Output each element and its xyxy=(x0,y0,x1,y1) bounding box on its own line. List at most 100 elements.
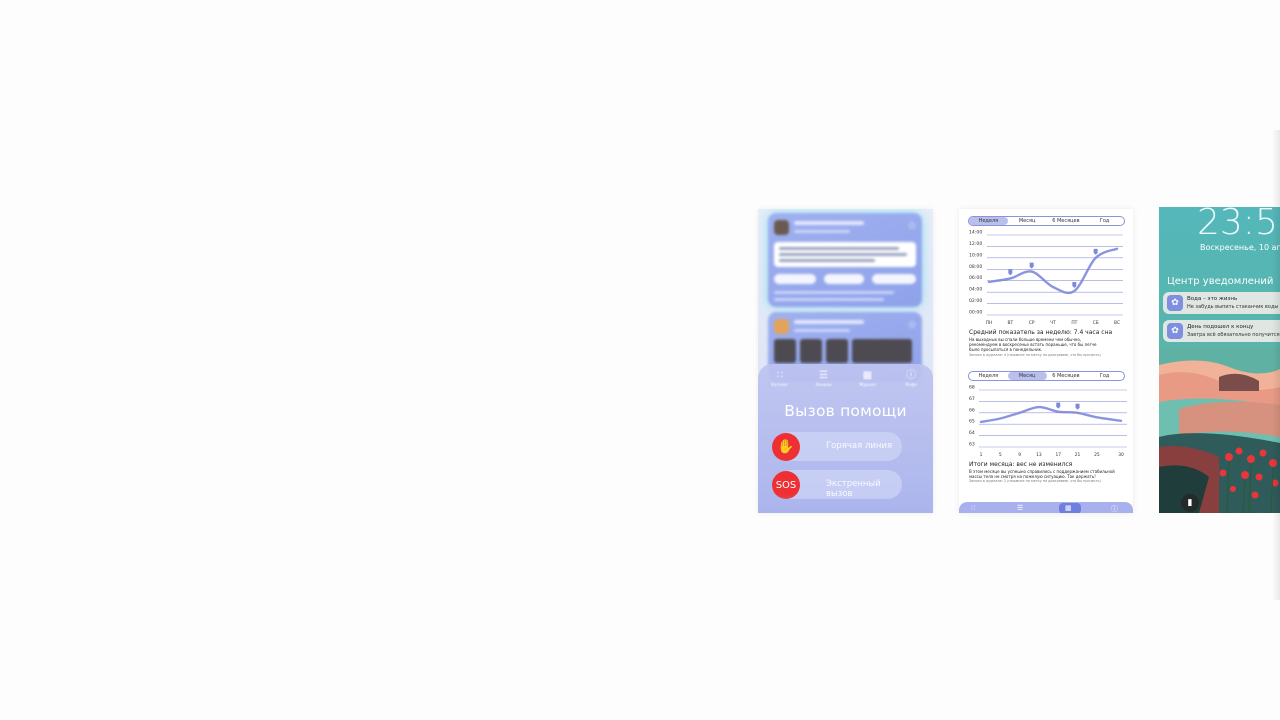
weight-period-selector: Неделя Месяц 6 Месяцев Год xyxy=(968,371,1125,381)
card-action-button[interactable] xyxy=(824,274,864,284)
period-6-months[interactable]: 6 Месяцев xyxy=(1047,372,1086,380)
sleep-period-selector: Неделя Месяц 6 Месяцев Год xyxy=(968,216,1125,226)
card-action-button[interactable] xyxy=(872,274,916,284)
sleep-chart: 14:00 12:00 10:00 08:00 06:00 04:00 02:00 00:00… xyxy=(959,229,1133,329)
flashlight-icon[interactable]: ▮ xyxy=(1181,494,1199,512)
calendar-icon: ▦ xyxy=(862,370,873,381)
period-6-months[interactable]: 6 Месяцев xyxy=(1047,217,1086,225)
x-tick-label: ЧТ xyxy=(1050,320,1056,326)
period-year[interactable]: Год xyxy=(1085,217,1124,225)
grid-icon[interactable]: ∷ xyxy=(971,504,975,512)
sleep-summary-note: Записи в журнале: 4 (нажмите на метку на… xyxy=(969,352,1101,357)
sleep-summary-title: Средний показатель за неделю: 7.4 часа с… xyxy=(969,329,1113,336)
weight-summary-note: Записи в журнале: 2 (нажмите на метку на… xyxy=(969,479,1101,484)
lock-screen: 23:53 Воскресенье, 10 апр Центр уве xyxy=(1159,207,1280,513)
sleep-chart-svg: 14:00 12:00 10:00 08:00 06:00 04:00 02:00 00:00… xyxy=(969,230,1123,326)
date: Воскресенье, 10 апр xyxy=(1200,243,1280,252)
feed-card[interactable]: ☆ xyxy=(768,213,922,307)
page-title: Вызов помощи xyxy=(784,402,907,420)
series-line xyxy=(979,405,1123,424)
y-tick-label: 14:00 xyxy=(969,230,982,236)
y-tick-label: 63 xyxy=(969,442,975,448)
x-tick-label: 5 xyxy=(999,452,1002,458)
y-tick-label: 12:00 xyxy=(969,241,982,247)
card-meta-placeholder xyxy=(794,329,850,332)
x-tick-label: 1 xyxy=(980,452,983,458)
x-tick-label: ВС xyxy=(1114,320,1120,326)
info-icon[interactable]: ⓘ xyxy=(1111,504,1118,513)
list-icon: ☰ xyxy=(819,370,829,381)
hotline-label: Горячая линия xyxy=(826,441,893,451)
y-tick-label: 68 xyxy=(969,385,975,391)
x-tick-label: 25 xyxy=(1094,452,1100,458)
bottom-fade xyxy=(758,494,933,513)
star-icon[interactable]: ☆ xyxy=(907,319,917,330)
weight-chart: 68 67 66 65 64 63 1 5 9 13 17 21 25 30 xyxy=(959,384,1133,462)
y-tick-label: 06:00 xyxy=(969,275,982,281)
photo-thumbnail[interactable] xyxy=(774,339,796,363)
landscape-illustration xyxy=(1159,347,1280,513)
x-tick-label: СР xyxy=(1029,320,1035,326)
journal-marker xyxy=(1056,402,1061,409)
card-author-placeholder xyxy=(794,320,864,324)
period-month[interactable]: Месяц xyxy=(1008,217,1047,225)
tab-bar: ∷ ☰ ▦ ⓘ xyxy=(959,502,1133,513)
presentation-canvas: ☆ ☆ ∷ Каталог ☰ Каналы ▦ Журнал ⓘ Инфо В… xyxy=(0,0,1280,720)
y-tick-label: 08:00 xyxy=(969,264,982,270)
app-icon: ✿ xyxy=(1167,323,1183,339)
weight-summary: Итоги месяца: вес не изменился В этом ме… xyxy=(969,461,1127,484)
x-tick-label: ПТ xyxy=(1071,320,1077,326)
weight-summary-title: Итоги месяца: вес не изменился xyxy=(969,461,1073,468)
journal-marker xyxy=(1008,269,1013,276)
journal-marker xyxy=(1072,282,1077,288)
y-tick-label: 04:00 xyxy=(969,287,982,293)
tab-catalog[interactable]: ∷ Каталог xyxy=(762,370,798,392)
tab-info[interactable]: ⓘ Инфо xyxy=(893,370,929,392)
notification[interactable]: ✿ Вода – это жизнь Не забудь выпить стак… xyxy=(1163,292,1280,314)
period-week[interactable]: Неделя xyxy=(969,217,1008,225)
photo-thumbnail[interactable] xyxy=(800,339,822,363)
list-icon[interactable]: ☰ xyxy=(1017,504,1023,512)
x-tick-label: 21 xyxy=(1075,452,1081,458)
y-tick-label: 65 xyxy=(969,419,975,425)
info-icon: ⓘ xyxy=(906,370,917,381)
y-tick-label: 67 xyxy=(969,396,975,402)
help-sheet: ∷ Каталог ☰ Каналы ▦ Журнал ⓘ Инфо Вызов… xyxy=(758,364,933,513)
y-tick-label: 64 xyxy=(969,430,975,436)
x-tick-label: 17 xyxy=(1055,452,1061,458)
card-author-placeholder xyxy=(794,221,864,225)
journal-marker xyxy=(1029,262,1034,269)
period-month[interactable]: Месяц xyxy=(1007,372,1047,380)
period-week[interactable]: Неделя xyxy=(969,372,1008,380)
y-tick-label: 66 xyxy=(969,407,975,413)
y-tick-label: 10:00 xyxy=(969,252,982,258)
y-tick-label: 02:00 xyxy=(969,298,982,304)
tab-journal[interactable]: ▦ Журнал xyxy=(849,370,885,392)
photo-thumbnail[interactable] xyxy=(826,339,848,363)
grid-icon: ∷ xyxy=(776,370,784,381)
notification-body: Не забудь выпить стаканчик воды xyxy=(1187,304,1279,310)
x-tick-label: ПН xyxy=(986,320,993,326)
weight-chart-svg: 68 67 66 65 64 63 1 5 9 13 17 21 25 30 xyxy=(969,385,1127,458)
notification-center-title: Центр уведомлений xyxy=(1167,276,1274,287)
notification-title: День подошел к концу xyxy=(1187,324,1254,330)
tab-bar: ∷ Каталог ☰ Каналы ▦ Журнал ⓘ Инфо xyxy=(758,370,933,392)
x-tick-label: 9 xyxy=(1018,452,1021,458)
card-meta-placeholder xyxy=(794,230,850,233)
journal-marker xyxy=(1075,403,1080,410)
journal-marker xyxy=(1093,248,1098,255)
notification[interactable]: ✿ День подошел к концу Завтра всё обязат… xyxy=(1163,320,1280,342)
period-year[interactable]: Год xyxy=(1085,372,1124,380)
hand-icon[interactable]: ✋ xyxy=(772,433,800,461)
tab-channels[interactable]: ☰ Каналы xyxy=(806,370,842,392)
stats-app-screen: Неделя Месяц 6 Месяцев Год 14:00 12:00 10:… xyxy=(959,209,1133,513)
card-message xyxy=(774,242,916,267)
x-tick-label: СБ xyxy=(1093,320,1099,326)
x-tick-label: 30 xyxy=(1118,452,1124,458)
sleep-summary: Средний показатель за неделю: 7.4 часа с… xyxy=(969,329,1127,358)
y-tick-label: 00:00 xyxy=(969,310,982,316)
card-action-button[interactable] xyxy=(774,274,816,284)
star-icon[interactable]: ☆ xyxy=(907,220,917,231)
calendar-icon[interactable]: ▦ xyxy=(1065,504,1072,512)
photo-thumbnail[interactable] xyxy=(852,339,912,363)
